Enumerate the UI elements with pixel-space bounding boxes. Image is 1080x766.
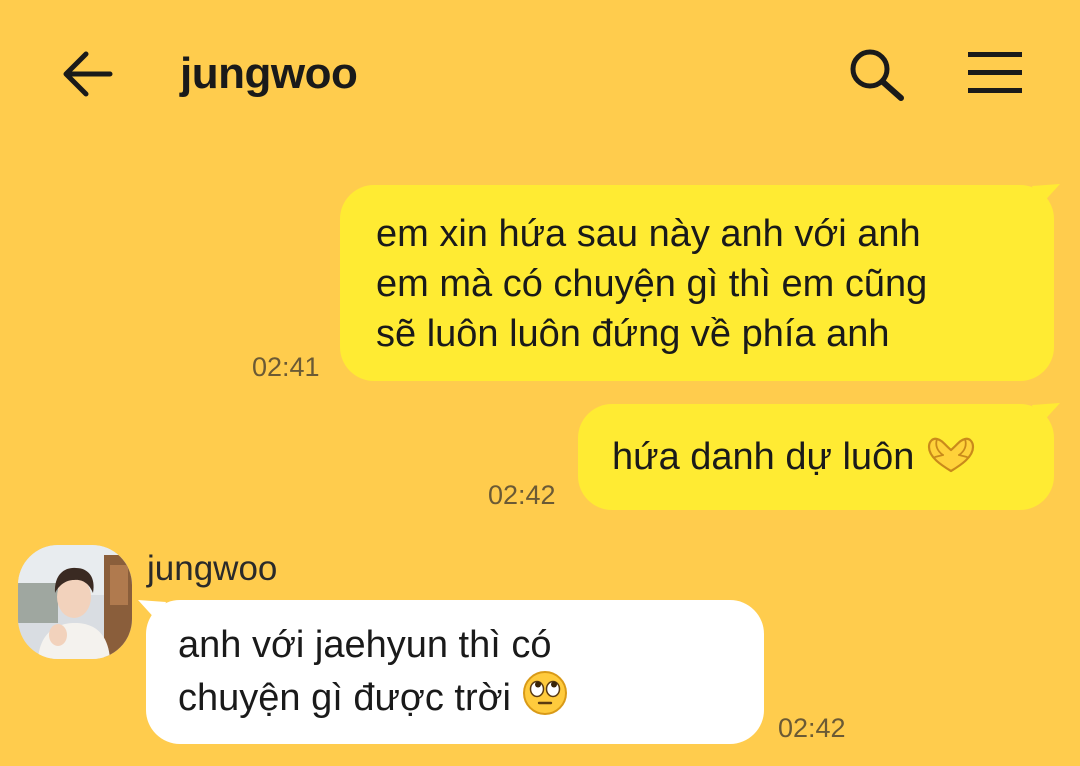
message-text: hứa danh dự luôn <box>612 436 915 478</box>
sender-name: jungwoo <box>147 549 278 588</box>
message-timestamp: 02:41 <box>252 352 320 382</box>
heart-hands-emoji <box>925 435 977 488</box>
chat-title: jungwoo <box>180 49 358 98</box>
message-line: sẽ luôn luôn đứng về phía anh <box>376 313 890 355</box>
eye-roll-emoji <box>522 670 568 729</box>
sent-message-bubble[interactable]: hứa danh dự luôn <box>578 404 1054 510</box>
chat-header: jungwoo <box>0 0 1080 150</box>
message-line: em xin hứa sau này anh với anh <box>376 213 921 255</box>
hamburger-menu-icon <box>968 52 1022 93</box>
message-timestamp: 02:42 <box>778 713 846 743</box>
message-text: chuyện gì được trời <box>178 677 511 719</box>
back-button[interactable] <box>58 48 116 100</box>
message-line: em mà có chuyện gì thì em cũng <box>376 263 928 305</box>
arrow-left-icon <box>63 51 113 97</box>
profile-photo <box>18 545 132 659</box>
sent-message-bubble[interactable]: em xin hứa sau này anh với anh em mà có … <box>340 185 1054 381</box>
avatar[interactable] <box>18 545 132 659</box>
search-button[interactable] <box>846 46 906 102</box>
message-line: chuyện gì được trời <box>178 670 734 729</box>
menu-button[interactable] <box>966 50 1024 96</box>
message-line: anh với jaehyun thì có <box>178 624 552 666</box>
message-timestamp: 02:42 <box>488 480 556 510</box>
search-icon <box>850 49 904 101</box>
received-message-bubble[interactable]: anh với jaehyun thì có chuyện gì được tr… <box>146 600 764 744</box>
